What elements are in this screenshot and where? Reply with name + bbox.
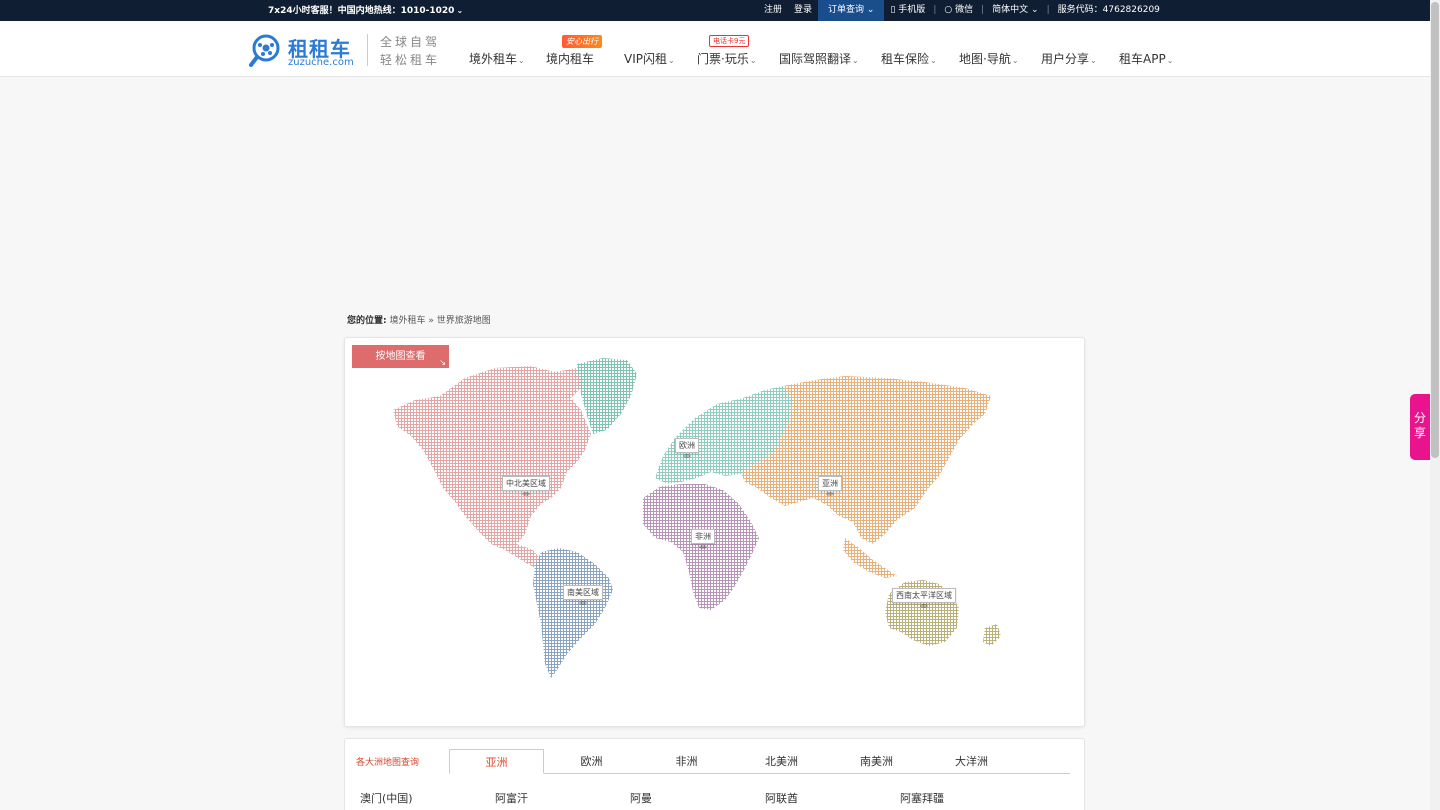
nav-domestic-rental[interactable]: 境内租车 (546, 50, 594, 67)
mobile-link[interactable]: ▯ 手机版 (884, 0, 931, 21)
chevron-down-icon: ⌄ (930, 56, 937, 65)
nav-label: VIP闪租 (624, 52, 667, 66)
breadcrumb-current: 世界旅游地图 (436, 316, 491, 326)
mobile-label: 手机版 (898, 5, 926, 15)
nav-label: 国际驾照翻译 (779, 52, 852, 66)
nav-label: 地图·导航 (959, 52, 1011, 66)
country-link[interactable]: 阿联酋 (765, 790, 798, 806)
nav-label: 租车APP (1119, 52, 1166, 66)
wechat-icon: ○ (944, 5, 953, 15)
chevron-down-icon: ⌄ (1031, 5, 1039, 15)
top-bar-right: 注册 登录 订单查询 ⌄ ▯ 手机版 | ○ 微信 | 简体中文 ⌄ | 服务代… (758, 0, 1166, 21)
region-label-south-america[interactable]: 南美区域 (563, 585, 603, 605)
chevron-down-icon: ⌄ (668, 56, 675, 65)
country-link[interactable]: 阿塞拜疆 (900, 790, 944, 806)
chevron-down-icon: ⌄ (518, 56, 525, 65)
region-label-north-america[interactable]: 中北美区域 (502, 476, 550, 496)
slogan-line: 轻松租车 (380, 53, 441, 67)
wechat-label: 微信 (955, 5, 974, 15)
badge-sim-card: 电话卡9元 (709, 35, 750, 47)
region-label-europe[interactable]: 欧洲 (675, 438, 699, 458)
language-label: 简体中文 (992, 5, 1029, 15)
nav-maps[interactable]: 地图·导航⌄ (959, 50, 1019, 67)
divider: | (1046, 5, 1050, 15)
hotline-dropdown[interactable]: 7x24小时客服！中国内地热线：1010-1020 ⌄ (268, 0, 463, 22)
hotline-text: 7x24小时客服！中国内地热线：1010-1020 (268, 6, 455, 16)
chevron-down-icon: ⌄ (1090, 56, 1097, 65)
share-side-tab[interactable]: 分享 (1410, 394, 1430, 460)
breadcrumb-prefix: 您的位置: (347, 316, 387, 326)
nav-label: 租车保险 (881, 52, 930, 66)
service-code: 服务代码：4762826209 (1057, 5, 1160, 15)
phone-icon: ▯ (890, 5, 896, 15)
chevron-down-icon: ⌄ (749, 56, 757, 65)
chevron-down-icon: ⌄ (866, 5, 875, 15)
country-link[interactable]: 阿富汗 (495, 790, 528, 806)
region-label-asia[interactable]: 亚洲 (818, 476, 842, 496)
nav-user-share[interactable]: 用户分享⌄ (1041, 50, 1097, 67)
logo[interactable]: 租租车 zuzuche.com (248, 33, 358, 69)
login-link[interactable]: 登录 (788, 0, 818, 21)
tab-europe[interactable]: 欧洲 (544, 749, 639, 774)
badge-safe-travel: 安心出行 (562, 35, 602, 48)
region-south-america[interactable] (533, 548, 613, 678)
logo-icon (249, 34, 280, 67)
tab-north-america[interactable]: 北美洲 (734, 749, 829, 774)
nav-label: 境内租车 (546, 52, 595, 66)
nav-app[interactable]: 租车APP⌄ (1119, 50, 1173, 67)
region-label-africa[interactable]: 非洲 (691, 529, 715, 549)
nav-label: 境外租车 (469, 52, 518, 66)
slogan: 全球自驾 轻松租车 (380, 33, 440, 69)
slogan-line: 全球自驾 (380, 35, 441, 49)
continent-tabs-title: 各大洲地图查询 (356, 758, 420, 768)
arrow-corner-icon: ↘ (439, 358, 446, 367)
chevron-down-icon: ⌄ (1166, 56, 1174, 65)
order-query-label: 订单查询 (828, 5, 865, 15)
tab-africa[interactable]: 非洲 (639, 749, 734, 774)
nav-label: 用户分享 (1041, 52, 1090, 66)
breadcrumb-separator: » (428, 316, 434, 326)
nav-insurance[interactable]: 租车保险⌄ (881, 50, 937, 67)
wechat-link[interactable]: ○ 微信 (938, 0, 979, 21)
world-map (393, 358, 1001, 678)
scrollbar-thumb[interactable] (1431, 2, 1439, 458)
region-islands (843, 538, 897, 578)
view-by-map-label: 按地图查看 (375, 351, 426, 362)
page-scrollbar[interactable] (1430, 0, 1440, 810)
chevron-down-icon: ⌄ (852, 56, 859, 65)
world-map-card: 按地图查看 ↘ 欧洲 亚洲 中北美区域 非洲 南美区域 西南太平洋区域 (344, 337, 1085, 727)
order-query-dropdown[interactable]: 订单查询 ⌄ (818, 0, 885, 21)
tab-asia[interactable]: 亚洲 (449, 749, 544, 774)
nav-label: 门票·玩乐 (697, 52, 749, 66)
view-by-map-button[interactable]: 按地图查看 ↘ (352, 345, 449, 368)
chevron-down-icon: ⌄ (456, 6, 464, 15)
tab-south-america[interactable]: 南美洲 (829, 749, 924, 774)
nav-vip-rental[interactable]: VIP闪租⌄ (624, 50, 675, 67)
nav-overseas-rental[interactable]: 境外租车⌄ (469, 50, 525, 67)
region-north-america[interactable] (393, 366, 591, 568)
language-dropdown[interactable]: 简体中文 ⌄ (986, 0, 1044, 21)
top-bar: 7x24小时客服！中国内地热线：1010-1020 ⌄ 注册 登录 订单查询 ⌄ … (0, 0, 1430, 21)
main-header: 租租车 zuzuche.com 全球自驾 轻松租车 安心出行 电话卡9元 境外租… (0, 21, 1430, 77)
breadcrumb: 您的位置: 境外租车 » 世界旅游地图 (347, 313, 491, 326)
country-link[interactable]: 澳门(中国) (360, 790, 413, 806)
region-label-oceania[interactable]: 西南太平洋区域 (892, 588, 956, 608)
divider: | (981, 5, 985, 15)
chevron-down-icon: ⌄ (1011, 56, 1019, 65)
nav-license-translation[interactable]: 国际驾照翻译⌄ (779, 50, 859, 67)
continent-tabs-card: 各大洲地图查询 亚洲 欧洲 非洲 北美洲 南美洲 大洋洲 澳门(中国) 阿富汗 … (344, 738, 1085, 810)
logo-domain: zuzuche.com (288, 57, 354, 68)
breadcrumb-home-link[interactable]: 境外租车 (389, 316, 425, 326)
nav-tickets[interactable]: 门票·玩乐⌄ (697, 50, 757, 67)
divider: | (933, 5, 937, 15)
register-link[interactable]: 注册 (758, 0, 788, 21)
tab-oceania[interactable]: 大洋洲 (924, 749, 1019, 774)
country-link[interactable]: 阿曼 (630, 790, 652, 806)
slogan-divider (367, 34, 368, 66)
region-new-zealand (983, 624, 1001, 646)
